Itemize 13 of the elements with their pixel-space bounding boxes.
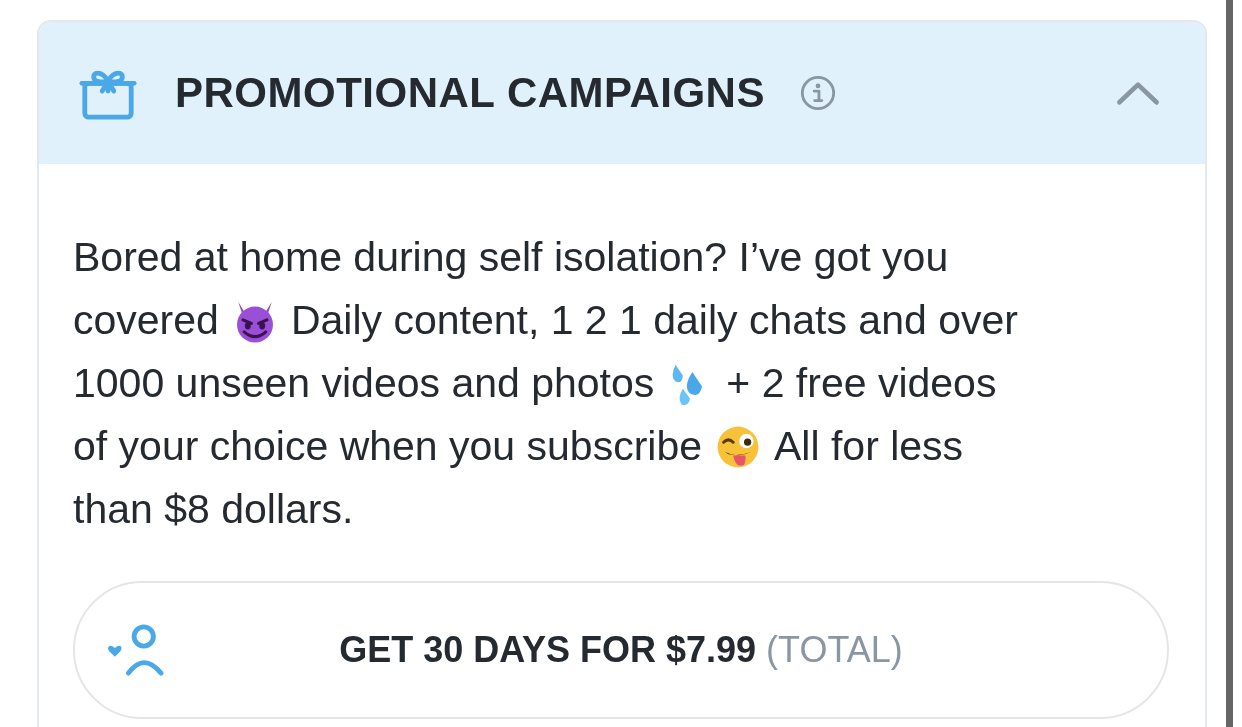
description-text: 1000 unseen videos and photos — [73, 359, 655, 408]
info-icon[interactable] — [798, 74, 837, 112]
panel-title: PROMOTIONAL CAMPAIGNS — [175, 69, 765, 117]
description-text: covered — [73, 296, 219, 345]
description-text: than $8 dollars. — [73, 485, 354, 534]
subscribe-button[interactable]: GET 30 DAYS FOR $7.99 (TOTAL) — [73, 581, 1169, 719]
description-text: Bored at home during self isolation? I’ve got you — [73, 233, 949, 282]
description-text: Daily content, 1 2 1 daily chats and over — [290, 296, 1018, 345]
description-text: of your choice when you subscribe — [73, 422, 702, 471]
description-text: + 2 free videos — [726, 359, 997, 408]
chevron-icon[interactable] — [1115, 80, 1161, 106]
description-text: All for less — [774, 422, 964, 471]
scrollbar[interactable] — [1226, 0, 1233, 727]
